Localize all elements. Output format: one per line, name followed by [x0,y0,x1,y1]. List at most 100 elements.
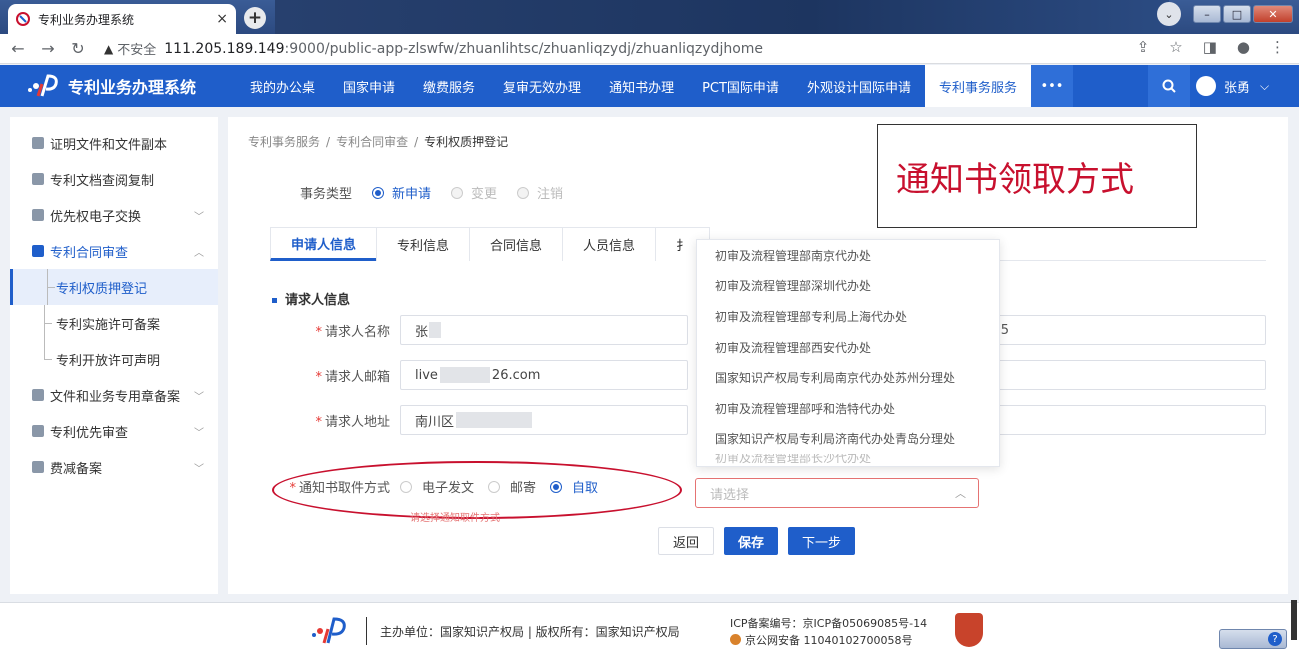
tab-contract-info[interactable]: 合同信息 [469,227,564,261]
dropdown-option[interactable]: 初审及流程管理部南京代办处 [697,240,999,271]
menu-national-application[interactable]: 国家申请 [329,65,409,107]
sidebar-item-certificates[interactable]: 证明文件和文件副本 [10,125,218,161]
tab-patent-info[interactable]: 专利信息 [376,227,471,261]
save-button[interactable]: 保存 [724,527,779,555]
radio-new-application[interactable] [372,186,385,199]
menu-my-desk[interactable]: 我的办公桌 [236,65,329,107]
sidebar-subitem-pledge-registration[interactable]: 专利权质押登记 [10,269,218,305]
sidebar-subitem-license-filing[interactable]: 专利实施许可备案 [10,305,218,341]
dropdown-option[interactable]: 初审及流程管理部专利局上海代办处 [697,301,999,332]
footer-divider [366,617,367,645]
app-logo[interactable]: 专利业务办理系统 [26,72,236,100]
menu-more-button[interactable]: ••• [1030,65,1073,107]
sidebar-item-label: 专利文档查阅复制 [50,173,155,189]
reload-icon[interactable]: ↻ [66,39,90,58]
scrollbar[interactable] [1291,600,1297,640]
icp-number[interactable]: ICP备案编号：京ICP备05069085号-14 [730,615,927,632]
required-mark: * [289,481,296,496]
maximize-button[interactable]: □ [1223,5,1251,23]
security-indicator[interactable]: ▲ 不安全 [104,39,156,59]
main-menu: 我的办公桌 国家申请 缴费服务 复审无效办理 通知书办理 PCT国际申请 外观设… [236,65,1073,107]
menu-design-international[interactable]: 外观设计国际申请 [793,65,925,107]
system-tray: ? [1219,629,1287,649]
back-button[interactable]: 返回 [658,527,715,555]
dropdown-option[interactable]: 国家知识产权局专利局南京代办处苏州分理处 [697,362,999,393]
tab-personnel-info[interactable]: 人员信息 [562,227,657,261]
sidebar-item-priority-exchange[interactable]: 优先权电子交换 ﹀ [10,197,218,233]
menu-patent-affairs[interactable]: 专利事务服务 [924,65,1031,107]
dropdown-option[interactable]: 初审及流程管理部深圳代办处 [697,271,999,302]
browser-tab[interactable]: 专利业务办理系统 × [8,4,236,34]
radio-label: 注销 [537,187,564,202]
menu-fee-service[interactable]: 缴费服务 [409,65,489,107]
radio-label: 电子发文 [422,481,475,496]
requester-address-input[interactable]: 南川区 [400,405,688,435]
requester-name-input[interactable]: 张 [400,315,688,345]
radio-cancel[interactable] [517,186,530,199]
radio-circle [488,480,501,493]
radio-label: 邮寄 [510,481,537,496]
dropdown-option[interactable]: 初审及流程管理部长沙代办处 [697,454,999,466]
menu-notice[interactable]: 通知书办理 [595,65,688,107]
sidebar-item-fee-reduction[interactable]: 费减备案 ﹀ [10,449,218,485]
menu-reexamination[interactable]: 复审无效办理 [489,65,595,107]
required-mark: * [315,369,322,385]
chevron-down-icon: ⌵ [1260,78,1270,93]
dropdown-option[interactable]: 国家知识产权局专利局济南代办处青岛分理处 [697,424,999,455]
input-value: 5 [1000,322,1009,338]
redacted-mark [439,367,490,383]
tab-close-icon[interactable]: × [216,11,228,27]
radio-label: 新申请 [392,187,432,202]
radio-self-pickup[interactable]: 自取 [550,477,598,496]
government-badge-icon[interactable] [955,613,983,647]
police-record[interactable]: 京公网安备 11040102700058号 [730,632,927,649]
minimize-button[interactable]: – [1193,5,1221,23]
help-icon[interactable]: ? [1268,632,1282,646]
dropdown-option[interactable]: 初审及流程管理部呼和浩特代办处 [697,393,999,424]
profile-icon[interactable]: ● [1237,38,1250,56]
breadcrumb-item[interactable]: 专利事务服务 [248,135,320,149]
search-icon[interactable] [1148,65,1190,107]
requester-email-input[interactable]: live 26.com [400,360,688,390]
redacted-mark [456,412,533,428]
sidebar-subitem-open-license[interactable]: 专利开放许可声明 [10,341,218,377]
user-menu[interactable]: 张勇 ⌵ [1196,65,1299,107]
radio-electronic[interactable]: 电子发文 [400,477,474,496]
sidebar-item-priority-review[interactable]: 专利优先审查 ﹀ [10,413,218,449]
back-arrow-icon[interactable]: ← [6,39,30,58]
share-icon[interactable]: ⇪ [1137,38,1150,56]
app-name: 专利业务办理系统 [68,78,197,97]
url-field[interactable]: 111.205.189.149:9000/public-app-zlswfw/z… [164,41,763,57]
breadcrumb-item[interactable]: 专利合同审查 [336,135,408,149]
cnipa-logo-icon [26,72,60,100]
right-field[interactable] [998,360,1266,390]
right-field-partial[interactable]: 5 [998,315,1266,345]
close-window-button[interactable]: ✕ [1253,5,1293,23]
sidebar-item-label: 专利优先审查 [50,425,129,441]
browser-menu-icon[interactable]: ⋮ [1270,38,1285,56]
side-panel-icon[interactable]: ◨ [1203,38,1217,56]
breadcrumb-current: 专利权质押登记 [424,135,509,149]
sidebar-item-seal-filing[interactable]: 文件和业务专用章备案 ﹀ [10,377,218,413]
breadcrumb-separator: / [414,135,419,149]
tab-search-icon[interactable]: ⌄ [1157,2,1181,26]
dropdown-option[interactable]: 初审及流程管理部西安代办处 [697,332,999,363]
next-step-button[interactable]: 下一步 [788,527,856,555]
archive-icon [32,173,44,185]
radio-mail[interactable]: 邮寄 [488,477,536,496]
bookmark-star-icon[interactable]: ☆ [1169,38,1182,56]
menu-pct[interactable]: PCT国际申请 [688,65,793,107]
new-tab-button[interactable]: + [244,7,266,29]
sidebar-item-contract-review[interactable]: 专利合同审查 ︿ [10,233,218,269]
window-controls: ⌄ – □ ✕ [1157,2,1293,26]
required-mark: * [315,324,322,340]
pickup-office-select[interactable]: 请选择 ︿ [695,478,979,508]
tab-applicant-info[interactable]: 申请人信息 [270,227,378,261]
contract-icon [32,245,44,257]
footer-icp: ICP备案编号：京ICP备05069085号-14 京公网安备 11040102… [730,615,927,649]
validation-error: 请选择通知取件方式 [410,513,500,524]
right-field[interactable] [998,405,1266,435]
forward-arrow-icon[interactable]: → [36,39,60,58]
sidebar-item-archive-copy[interactable]: 专利文档查阅复制 [10,161,218,197]
radio-change[interactable] [451,186,464,199]
